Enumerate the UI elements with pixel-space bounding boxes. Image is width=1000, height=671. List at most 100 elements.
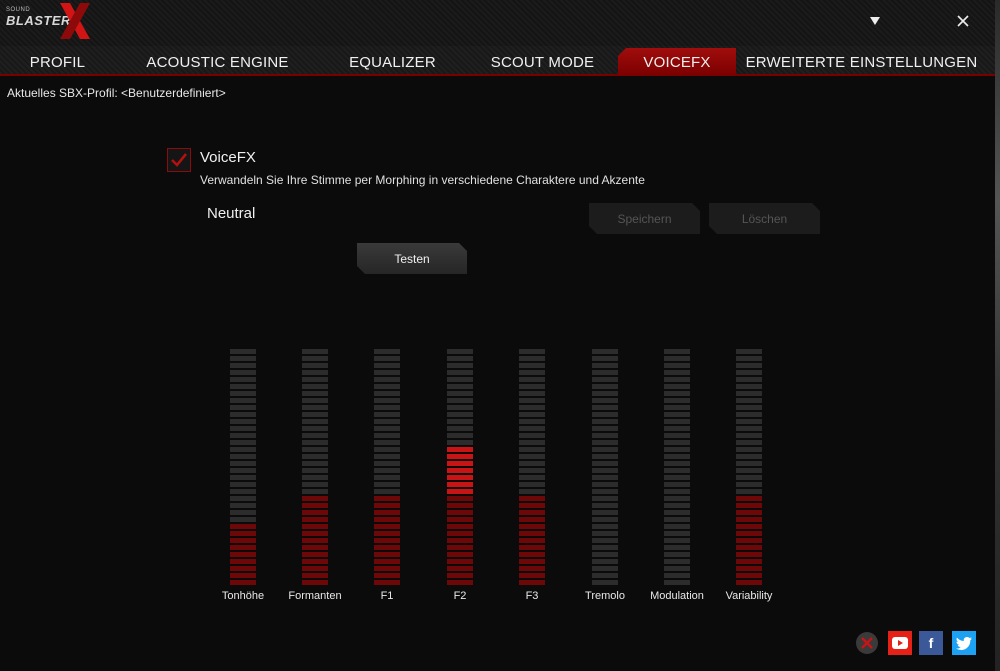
slider-segment [736,433,762,438]
slider-segment [519,349,545,354]
slider-segment [519,510,545,515]
tab-acoustic-engine[interactable]: ACOUSTIC ENGINE [120,48,315,76]
slider-segment [230,412,256,417]
slider-segment [519,440,545,445]
slider-segment [230,349,256,354]
slider-segment [664,559,690,564]
slider-segment [302,440,328,445]
slider-segment [230,419,256,424]
slider-segment [592,412,618,417]
slider-segment [447,419,473,424]
slider-segment [519,356,545,361]
slider-segment [664,538,690,543]
slider-segment [664,356,690,361]
slider-segment [664,412,690,417]
slider-segment [519,531,545,536]
voicefx-description: Verwandeln Sie Ihre Stimme per Morphing … [200,173,645,187]
slider-segment [664,468,690,473]
slider-segment [592,461,618,466]
slider-segment [664,573,690,578]
slider-segment [447,440,473,445]
slider-segment [447,538,473,543]
slider-segment [519,580,545,585]
slider-tonhöhe[interactable] [230,349,256,585]
slider-variability[interactable] [736,349,762,585]
slider-segment [664,349,690,354]
slider-segment [447,566,473,571]
slider-segment [374,496,400,501]
close-circle-icon[interactable] [855,631,879,655]
slider-segment [302,538,328,543]
slider-segment [519,384,545,389]
test-button[interactable]: Testen [357,243,467,274]
close-button[interactable] [948,8,978,34]
slider-segment [302,426,328,431]
slider-segment [302,349,328,354]
tab-scout-mode[interactable]: SCOUT MODE [470,48,615,76]
slider-segment [302,580,328,585]
youtube-icon[interactable] [888,631,912,655]
slider-segment [447,580,473,585]
voicefx-title: VoiceFX [200,149,256,166]
slider-segment [664,482,690,487]
save-button[interactable]: Speichern [589,203,700,234]
facebook-icon[interactable]: f [919,631,943,655]
voicefx-checkbox[interactable] [167,148,191,172]
slider-segment [519,363,545,368]
slider-segment [592,489,618,494]
slider-segment [374,370,400,375]
slider-segment [302,517,328,522]
slider-segment [592,545,618,550]
tab-voicefx[interactable]: VOICEFX [618,48,736,76]
minimize-button[interactable] [860,8,890,34]
slider-segment [374,391,400,396]
slider-segment [447,377,473,382]
slider-segment [447,524,473,529]
slider-segment [447,426,473,431]
slider-segment [519,419,545,424]
slider-segment [664,580,690,585]
slider-segment [519,377,545,382]
slider-f1[interactable] [374,349,400,585]
slider-segment [447,503,473,508]
twitter-icon[interactable] [952,631,976,655]
slider-segment [447,384,473,389]
slider-segment [592,503,618,508]
slider-segment [664,440,690,445]
tab-equalizer[interactable]: EQUALIZER [330,48,455,76]
slider-segment [302,503,328,508]
slider-segment [447,356,473,361]
slider-segment [592,531,618,536]
tab-profil[interactable]: PROFIL [0,48,115,76]
slider-segment [302,475,328,480]
slider-segment [736,524,762,529]
slider-segment [736,475,762,480]
slider-segment [664,531,690,536]
slider-segment [374,426,400,431]
slider-f2[interactable] [447,349,473,585]
slider-segment [374,349,400,354]
slider-segment [592,510,618,515]
slider-label: F2 [453,590,467,602]
slider-segment [736,440,762,445]
tab-erweiterte-einstellungen[interactable]: ERWEITERTE EINSTELLUNGEN [745,48,978,76]
slider-tremolo[interactable] [592,349,618,585]
slider-segment [592,384,618,389]
slider-segment [230,384,256,389]
delete-button[interactable]: Löschen [709,203,820,234]
slider-segment [302,559,328,564]
slider-segment [374,531,400,536]
slider-segment [230,440,256,445]
slider-segment [592,468,618,473]
slider-segment [664,363,690,368]
slider-segment [230,398,256,403]
slider-formanten[interactable] [302,349,328,585]
slider-segment [230,517,256,522]
slider-segment [592,377,618,382]
slider-segment [592,538,618,543]
slider-segment [302,384,328,389]
slider-f3[interactable] [519,349,545,585]
slider-segment [374,489,400,494]
slider-segment [302,356,328,361]
slider-modulation[interactable] [664,349,690,585]
